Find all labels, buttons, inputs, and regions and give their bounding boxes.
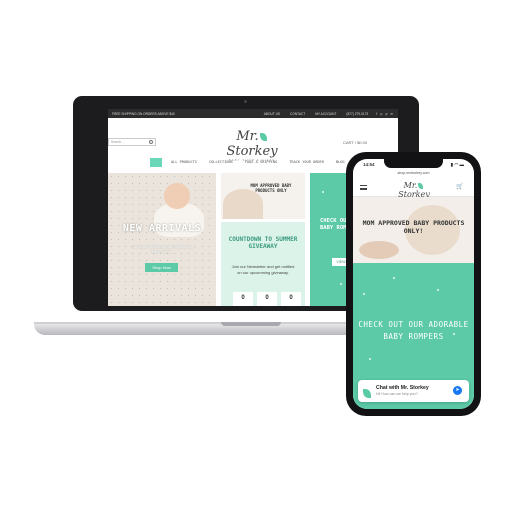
countdown-title: COUNTDOWN TO SUMMER GIVEAWAY xyxy=(228,236,298,250)
baby-image xyxy=(359,241,399,259)
promo-text: FREE SHIPPING ON ORDERS ABOVE $40 xyxy=(112,111,175,116)
laptop-notch xyxy=(221,322,281,326)
top-link-contact[interactable]: CONTACT xyxy=(290,112,305,116)
nav-home[interactable] xyxy=(150,157,162,167)
phone-number[interactable]: (877) 279-0173 xyxy=(346,112,368,116)
mobile-mom-banner[interactable]: MOM APPROVED BABY PRODUCTS ONLY! xyxy=(353,197,474,263)
nav-track-order[interactable]: TRACK YOUR ORDER xyxy=(286,158,327,166)
mom-approved-banner[interactable]: MOM APPROVED BABY PRODUCTS ONLY xyxy=(221,173,305,219)
new-arrivals-title: NEW ARRIVALS xyxy=(122,223,202,234)
phone-screen: 14:54 ▮ ◠ ▬ shop.mrstorkey.com Mr.Storke… xyxy=(353,159,474,409)
search-placeholder: Search... xyxy=(111,140,124,144)
storkey-leaf-icon xyxy=(362,385,373,399)
top-link-about[interactable]: ABOUT US xyxy=(264,112,280,116)
logo-text-left: Mr. xyxy=(236,129,259,144)
promo-bar: FREE SHIPPING ON ORDERS ABOVE $40 ABOUT … xyxy=(108,109,398,118)
site-header: Search... Mr.Storkey BABY SHOP & GIFTS C… xyxy=(108,118,398,162)
nav-faqs[interactable]: FAQS & SHIPPING xyxy=(242,158,280,166)
status-time: 14:54 xyxy=(363,162,375,167)
countdown-minutes: 0 xyxy=(281,292,301,306)
social-icons[interactable]: f ◎ p ✉ xyxy=(376,112,394,116)
nav-collections[interactable]: COLLECTIONS xyxy=(206,158,236,166)
mom-baby-image xyxy=(223,189,263,219)
countdown-text: Join our Newsletter and get notified on … xyxy=(231,264,295,275)
search-input[interactable]: Search... xyxy=(108,138,156,146)
leaf-icon xyxy=(259,132,267,141)
top-link-account[interactable]: MY ACCOUNT xyxy=(315,112,336,116)
chat-subtitle: Hi! How can we help you? xyxy=(376,392,418,396)
nav-all-products[interactable]: ALL PRODUCTS xyxy=(168,158,200,166)
hamburger-menu-icon[interactable] xyxy=(360,185,367,190)
mobile-rompers-text: CHECK OUT OUR ADORABLE BABY ROMPERS xyxy=(358,320,469,341)
countdown-panel: COUNTDOWN TO SUMMER GIVEAWAY Join our Ne… xyxy=(221,222,305,306)
shop-now-button[interactable]: Shop Now xyxy=(145,263,178,272)
nav-blog[interactable]: BLOG xyxy=(333,158,348,166)
laptop-camera xyxy=(244,100,247,103)
search-icon[interactable] xyxy=(149,140,153,144)
chat-title: Chat with Mr. Storkey xyxy=(376,385,429,391)
new-arrivals-banner[interactable]: NEW ARRIVALS Our super soft baby crib sh… xyxy=(108,173,216,306)
messenger-icon[interactable]: ➤ xyxy=(453,386,462,395)
star-pattern xyxy=(108,173,216,306)
address-bar[interactable]: shop.mrstorkey.com xyxy=(375,171,452,178)
baby-head-image xyxy=(164,183,190,209)
chat-widget[interactable]: Chat with Mr. Storkey Hi! How can we hel… xyxy=(358,380,469,402)
cart-icon[interactable]: 🛒 xyxy=(456,183,463,190)
leaf-icon xyxy=(418,183,424,189)
mobile-logo-left: Mr. xyxy=(403,181,418,190)
status-icons: ▮ ◠ ▬ xyxy=(450,162,464,167)
phone-notch xyxy=(384,159,443,168)
top-links: ABOUT US CONTACT MY ACCOUNT (877) 279-01… xyxy=(264,112,368,116)
cart-link[interactable]: CART / $0.00 xyxy=(343,140,367,145)
mobile-header: Mr.Storkey 🛒 xyxy=(353,179,474,199)
countdown-hours: 0 xyxy=(257,292,277,306)
mobile-mom-text: MOM APPROVED BABY PRODUCTS ONLY! xyxy=(362,219,465,235)
new-arrivals-text: Our super soft baby crib sheets are back… xyxy=(130,244,194,254)
mom-approved-text: MOM APPROVED BABY PRODUCTS ONLY xyxy=(250,183,292,193)
countdown-days: 0 xyxy=(233,292,253,306)
